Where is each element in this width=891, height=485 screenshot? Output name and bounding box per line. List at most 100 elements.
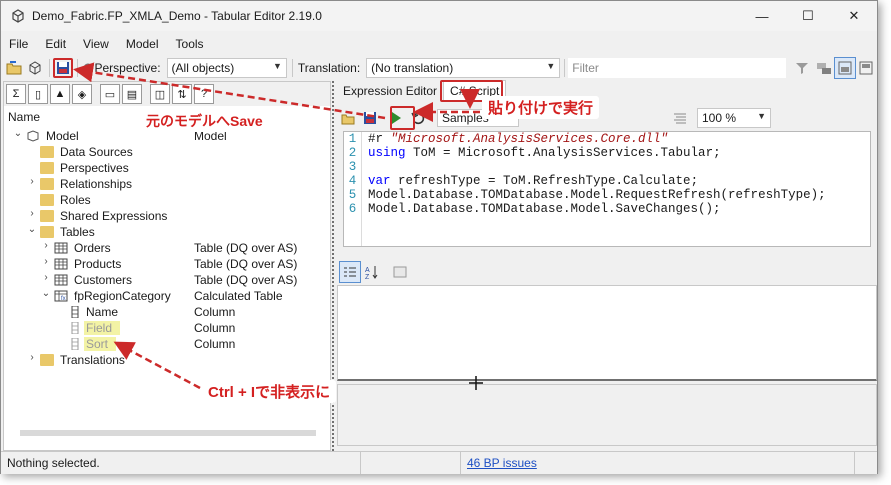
window-title: Demo_Fabric.FP_XMLA_Demo - Tabular Edito… <box>32 9 322 23</box>
script-toolbar: Samples 100 % ▼ <box>337 107 877 129</box>
column-icon[interactable]: ▯ <box>28 84 48 104</box>
chevron-right-icon[interactable]: › <box>40 240 52 251</box>
tree-row-products[interactable]: › Products Table (DQ over AS) <box>4 256 330 272</box>
tree-row-tables[interactable]: ⌄ Tables <box>4 224 330 240</box>
categorized-icon[interactable] <box>339 261 361 283</box>
table-icon <box>54 258 68 270</box>
annotation-box-save <box>53 58 73 78</box>
alphabetical-sort-icon[interactable]: AZ <box>361 261 383 283</box>
tree-row-column-sort[interactable]: Sort Column <box>4 336 330 352</box>
tree-row-roles[interactable]: Roles <box>4 192 330 208</box>
tree-row-fpregioncategory[interactable]: ⌄ fx fpRegionCategory Calculated Table <box>4 288 330 304</box>
display-folder-icon[interactable]: ▤ <box>122 84 142 104</box>
save-script-icon[interactable] <box>359 107 381 129</box>
open-folder-icon[interactable] <box>3 57 24 79</box>
info-icon[interactable]: ? <box>194 84 214 104</box>
menu-file[interactable]: File <box>9 37 28 51</box>
maximize-button[interactable]: ☐ <box>785 1 831 31</box>
tree-row-relationships[interactable]: › Relationships <box>4 176 330 192</box>
tree-row-data-sources[interactable]: Data Sources <box>4 144 330 160</box>
folder-icon <box>40 226 54 238</box>
panel-icon[interactable] <box>856 57 877 79</box>
status-bar: Nothing selected. 46 BP issues <box>1 451 877 474</box>
close-button[interactable]: ✕ <box>831 1 877 31</box>
line-number: 4 <box>348 174 357 188</box>
annotation-save: 元のモデルへSave <box>140 110 269 132</box>
code-line: #r "Microsoft.AnalysisServices.Core.dll" <box>368 132 669 146</box>
layout-icon[interactable] <box>834 57 856 79</box>
tree-row-translations[interactable]: › Translations <box>4 352 330 368</box>
open-model-icon[interactable] <box>24 57 45 79</box>
chevron-right-icon[interactable]: › <box>40 256 52 267</box>
column-icon <box>71 322 79 334</box>
perspective-icon <box>81 57 95 79</box>
chevron-right-icon[interactable]: › <box>26 208 38 219</box>
chevron-down-icon[interactable]: ⌄ <box>26 224 38 235</box>
main-toolbar: Perspective: (All objects) ▼ Translation… <box>1 56 877 80</box>
cube-icon[interactable]: ◈ <box>72 84 92 104</box>
table-icon <box>54 274 68 286</box>
folder-icon <box>40 194 54 206</box>
tree-row-customers[interactable]: › Customers Table (DQ over AS) <box>4 272 330 288</box>
tree-row-column-field[interactable]: Field Column <box>4 320 330 336</box>
property-toolbar: AZ <box>337 261 877 283</box>
translation-label: Translation: <box>297 61 361 75</box>
editor-pane: Expression Editor C# Script Samples 100 … <box>337 80 877 451</box>
svg-text:A: A <box>365 267 370 274</box>
view-icon[interactable] <box>813 57 834 79</box>
hidden-icon[interactable]: ▭ <box>100 84 120 104</box>
folder-icon <box>40 354 54 366</box>
tree-row-perspectives[interactable]: Perspectives <box>4 160 330 176</box>
menu-tools[interactable]: Tools <box>176 37 204 51</box>
hierarchy-icon[interactable]: ▲ <box>50 84 70 104</box>
perspective-value: (All objects) <box>171 61 235 75</box>
annotation-hide: Ctrl + Iで非表示に <box>202 380 337 403</box>
zoom-combo[interactable]: 100 % ▼ <box>697 108 771 128</box>
code-editor[interactable]: 1 2 3 4 5 6 #r "Microsoft.AnalysisServic… <box>343 131 871 247</box>
folder-icon <box>40 210 54 222</box>
property-grid[interactable] <box>337 285 877 381</box>
metadata-icon[interactable]: ◫ <box>150 84 170 104</box>
property-pages-icon[interactable] <box>389 261 411 283</box>
sort-icon[interactable]: ⇅ <box>172 84 192 104</box>
open-script-icon[interactable] <box>337 107 359 129</box>
menu-model[interactable]: Model <box>126 37 159 51</box>
explorer-toolbar: Σ ▯ ▲ ◈ ▭ ▤ ◫ ⇅ ? <box>4 82 330 106</box>
line-number: 1 <box>348 132 357 146</box>
tree-row-column-name[interactable]: Name Column <box>4 304 330 320</box>
chevron-right-icon[interactable]: › <box>26 176 38 187</box>
code-line: Model.Database.TOMDatabase.Model.Request… <box>368 188 826 202</box>
chevron-down-icon[interactable]: ⌄ <box>12 128 24 139</box>
column-icon <box>71 338 79 350</box>
tree-row-orders[interactable]: › Orders Table (DQ over AS) <box>4 240 330 256</box>
perspective-combo[interactable]: (All objects) ▼ <box>166 58 287 78</box>
menu-edit[interactable]: Edit <box>45 37 66 51</box>
filter-input[interactable]: Filter <box>568 58 786 78</box>
chevron-right-icon[interactable]: › <box>26 352 38 363</box>
sigma-icon[interactable]: Σ <box>6 84 26 104</box>
bp-issues-link[interactable]: 46 BP issues <box>467 456 537 470</box>
folder-icon <box>40 146 54 158</box>
column-icon <box>71 306 79 318</box>
tree-row-shared-expressions[interactable]: › Shared Expressions <box>4 208 330 224</box>
funnel-icon[interactable] <box>792 57 813 79</box>
code-line: var refreshType = ToM.RefreshType.Calcul… <box>368 174 699 188</box>
chevron-right-icon[interactable]: › <box>40 272 52 283</box>
translation-value: (No translation) <box>371 61 454 75</box>
horizontal-scrollbar[interactable] <box>20 430 316 436</box>
menu-view[interactable]: View <box>83 37 109 51</box>
code-line: Model.Database.TOMDatabase.Model.SaveCha… <box>368 202 721 216</box>
app-window: Demo_Fabric.FP_XMLA_Demo - Tabular Edito… <box>0 0 878 474</box>
status-text: Nothing selected. <box>1 452 361 474</box>
translation-combo[interactable]: (No translation) ▼ <box>366 58 561 78</box>
filter-placeholder: Filter <box>572 61 599 75</box>
align-icon[interactable] <box>669 107 691 129</box>
status-empty <box>361 452 461 474</box>
code-lines: #r "Microsoft.AnalysisServices.Core.dll"… <box>368 132 826 216</box>
minimize-button[interactable]: — <box>739 1 785 31</box>
chevron-down-icon[interactable]: ⌄ <box>40 288 52 299</box>
annotation-run: 貼り付けで実行 <box>482 96 600 119</box>
title-bar: Demo_Fabric.FP_XMLA_Demo - Tabular Edito… <box>1 1 877 31</box>
tab-expression-editor[interactable]: Expression Editor <box>337 81 443 101</box>
